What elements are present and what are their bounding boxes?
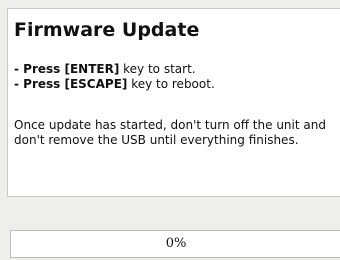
instructions-panel: Firmware Update - Press [ENTER] key to s… — [7, 8, 340, 197]
page-title: Firmware Update — [14, 19, 200, 41]
enter-key-label: [ENTER] — [64, 62, 120, 76]
instruction-list: - Press [ENTER] key to start. - Press [E… — [14, 62, 215, 92]
instruction-suffix: key to reboot. — [127, 77, 215, 91]
progress-label: 0% — [165, 236, 187, 251]
instruction-prefix: - Press — [14, 62, 65, 76]
instruction-prefix: - Press — [14, 77, 65, 91]
instruction-suffix: key to start. — [119, 62, 196, 76]
warning-note: Once update has started, don't turn off … — [14, 118, 326, 147]
instruction-escape: - Press [ESCAPE] key to reboot. — [14, 77, 215, 92]
escape-key-label: [ESCAPE] — [64, 77, 128, 91]
firmware-update-screen: Firmware Update - Press [ENTER] key to s… — [0, 0, 340, 260]
instruction-enter: - Press [ENTER] key to start. — [14, 62, 215, 77]
progress-bar: 0% — [10, 230, 340, 258]
